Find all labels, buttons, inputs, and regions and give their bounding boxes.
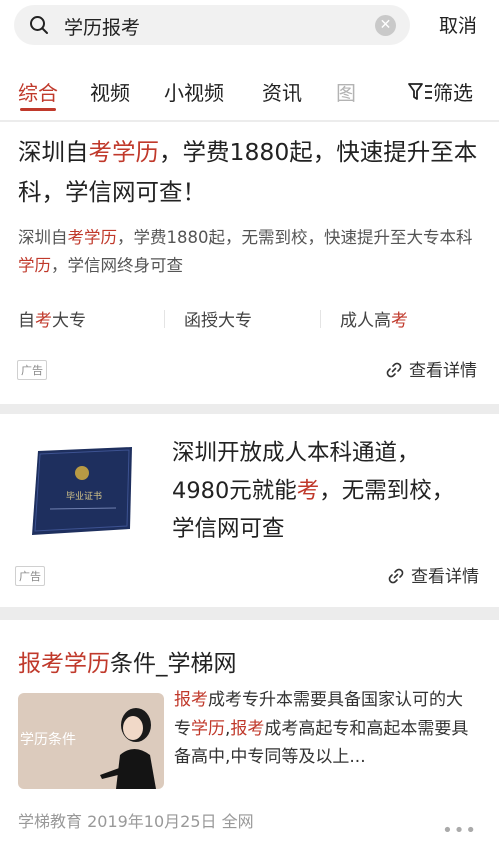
tab-images[interactable]: 图	[336, 77, 356, 106]
divider	[320, 310, 321, 328]
view-details-label: 查看详情	[409, 361, 477, 381]
view-details-label: 查看详情	[411, 567, 479, 587]
tab-video[interactable]: 视频	[90, 77, 130, 106]
category-tabs: 综合 视频 小视频 资讯 图 筛选	[0, 56, 499, 120]
ad-title[interactable]: 深圳自考学历，学费1880起，快速提升至本科，学信网可查！	[18, 132, 488, 212]
filter-icon	[408, 83, 432, 100]
thumbnail-caption: 学历条件	[20, 732, 76, 748]
result-description: 报考成考专升本需要具备国家认可的大专学历,报考成考高起专和高起本需要具备高中,中…	[174, 690, 469, 767]
person-illustration	[100, 708, 156, 789]
link-icon	[388, 568, 404, 584]
tab-general[interactable]: 综合	[18, 77, 58, 106]
ad-card[interactable]: 毕业证书 深圳开放成人本科通道，4980元就能考，无需到校，学信网可查 广告 查…	[0, 414, 499, 607]
tab-short-video[interactable]: 小视频	[164, 77, 224, 106]
result-meta: 学梯教育 2019年10月25日 全网	[18, 812, 254, 831]
sublink-correspondence-college[interactable]: 函授大专	[184, 306, 252, 331]
cancel-button[interactable]: 取消	[439, 11, 477, 38]
view-details-button[interactable]: 查看详情	[387, 562, 479, 587]
tab-news[interactable]: 资讯	[262, 77, 302, 106]
clear-icon[interactable]: ✕	[375, 15, 396, 36]
search-input[interactable]: 学历报考 ✕	[14, 5, 410, 45]
diploma-image: 毕业证书	[32, 447, 132, 535]
ad-description: 深圳自考学历，学费1880起，无需到校，快速提升至大专本科学历，学信网终身可查	[18, 228, 473, 275]
result-title[interactable]: 报考学历条件_学梯网	[18, 644, 237, 678]
search-icon	[30, 16, 48, 34]
ad-badge: 广告	[15, 566, 45, 586]
ad-badge: 广告	[17, 360, 47, 380]
sublink-self-study-college[interactable]: 自考大专	[18, 306, 86, 331]
ad-card[interactable]: 深圳自考学历，学费1880起，快速提升至本科，学信网可查！ 深圳自考学历，学费1…	[0, 122, 499, 404]
search-bar: 学历报考 ✕ 取消	[0, 0, 499, 56]
divider	[164, 310, 165, 328]
active-tab-indicator	[20, 108, 56, 111]
sublink-adult-exam[interactable]: 成人高考	[340, 306, 408, 331]
view-details-button[interactable]: 查看详情	[385, 356, 477, 381]
link-icon	[386, 362, 402, 378]
search-result[interactable]: 报考学历条件_学梯网 学历条件 报考成考专升本需要具备国家认可的大专学历,报考成…	[0, 620, 499, 853]
result-thumbnail[interactable]: 学历条件	[18, 693, 164, 789]
more-options-icon[interactable]: •••	[442, 820, 477, 841]
ad-title[interactable]: 深圳开放成人本科通道，4980元就能考，无需到校，学信网可查	[172, 434, 472, 548]
diploma-title: 毕业证书	[66, 490, 102, 502]
search-query: 学历报考	[64, 17, 141, 39]
filter-button[interactable]: 筛选	[407, 77, 473, 106]
filter-label: 筛选	[433, 81, 473, 105]
